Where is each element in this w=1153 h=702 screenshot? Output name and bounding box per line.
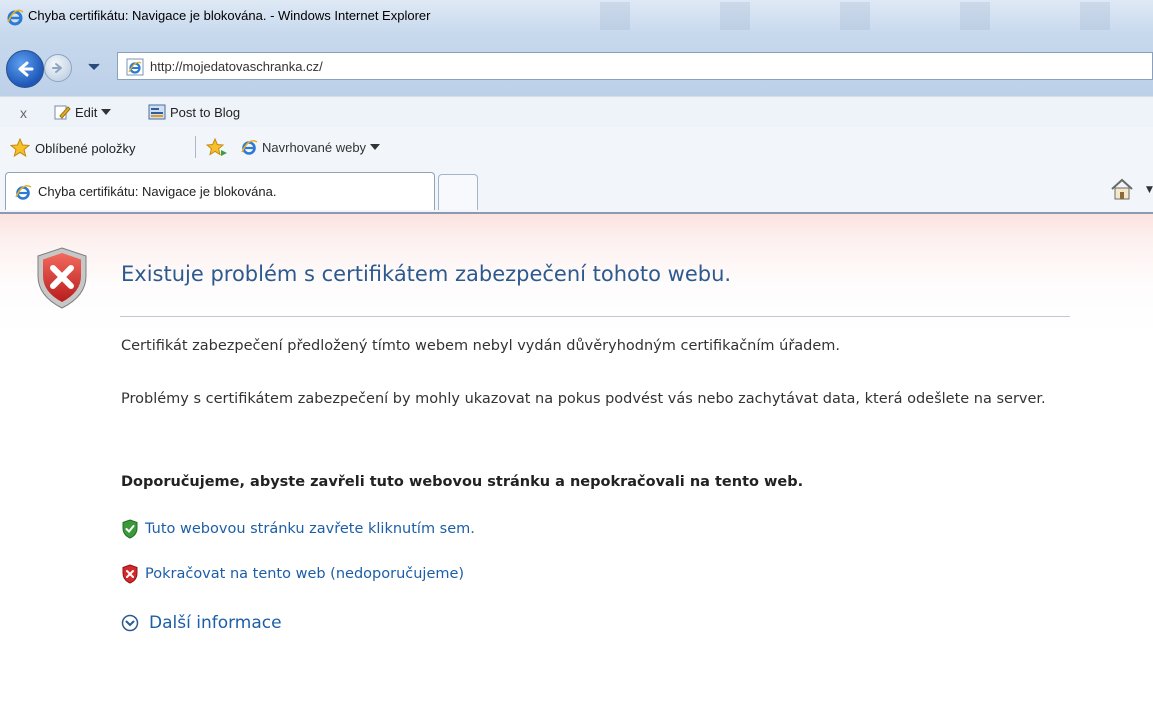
internet-explorer-icon xyxy=(241,140,258,155)
chevron-down-icon xyxy=(370,144,381,150)
security-warning-message: Problémy s certifikátem zabezpečení by m… xyxy=(121,391,1046,407)
close-page-link[interactable]: Tuto webovou stránku zavřete kliknutím s… xyxy=(121,519,475,539)
favorites-bar: Oblíbené položky Navrhované weby xyxy=(0,127,1153,166)
edit-button[interactable]: Edit xyxy=(53,102,112,122)
edit-icon xyxy=(54,105,71,120)
history-dropdown-icon[interactable] xyxy=(88,63,100,71)
title-bar: Chyba certifikátu: Navigace je blokována… xyxy=(0,0,1153,32)
favorites-button[interactable]: Oblíbené položky xyxy=(10,138,135,158)
internet-explorer-icon xyxy=(7,9,24,26)
favorites-divider xyxy=(195,136,196,158)
more-information-toggle[interactable]: Další informace xyxy=(121,613,282,633)
error-shield-icon xyxy=(122,564,138,584)
back-button[interactable] xyxy=(6,50,44,88)
certificate-issuer-message: Certifikát zabezpečení předložený tímto … xyxy=(121,338,841,354)
error-shield-icon xyxy=(37,247,87,309)
safe-shield-icon xyxy=(122,519,138,539)
recommendation-text: Doporučujeme, abyste zavřeli tuto webovo… xyxy=(121,474,804,490)
tab-label: Chyba certifikátu: Navigace je blokována… xyxy=(38,184,277,199)
edit-label: Edit xyxy=(75,104,98,120)
home-icon[interactable] xyxy=(1110,178,1134,200)
close-page-link-label: Tuto webovou stránku zavřete kliknutím s… xyxy=(145,521,475,537)
window-title: Chyba certifikátu: Navigace je blokována… xyxy=(28,8,431,23)
tab-bar: Chyba certifikátu: Navigace je blokována… xyxy=(0,166,1153,214)
new-tab-button[interactable] xyxy=(438,174,478,210)
favorites-label: Oblíbené položky xyxy=(35,140,136,156)
arrow-left-icon xyxy=(18,61,34,77)
blog-icon xyxy=(148,104,166,120)
chevron-down-icon xyxy=(101,109,112,115)
suggested-sites-label: Navrhované weby xyxy=(262,139,367,155)
stop-button[interactable]: x xyxy=(20,105,27,121)
star-icon xyxy=(10,138,30,158)
internet-explorer-icon xyxy=(15,184,32,200)
title-divider xyxy=(120,316,1070,317)
page-icon xyxy=(126,58,144,76)
continue-to-site-link-label: Pokračovat na tento web (nedoporučujeme) xyxy=(145,566,465,582)
home-dropdown-icon[interactable]: ▼ xyxy=(1146,185,1153,195)
forward-button[interactable] xyxy=(44,54,72,82)
title-bar-decoration xyxy=(560,2,1153,30)
more-information-label: Další informace xyxy=(149,613,282,633)
suggested-sites-button[interactable]: Navrhované weby xyxy=(240,138,381,156)
tab-certificate-error[interactable]: Chyba certifikátu: Navigace je blokována… xyxy=(5,172,435,210)
command-bar: x Edit Post to Blog xyxy=(0,96,1153,128)
address-bar[interactable]: http://mojedatovaschranka.cz/ xyxy=(117,52,1153,80)
post-to-blog-button[interactable]: Post to Blog xyxy=(148,102,240,122)
page-title: Existuje problém s certifikátem zabezpeč… xyxy=(121,262,732,286)
certificate-error-page: Existuje problém s certifikátem zabezpeč… xyxy=(0,214,1153,702)
expand-chevron-icon xyxy=(121,614,139,632)
continue-to-site-link[interactable]: Pokračovat na tento web (nedoporučujeme) xyxy=(121,564,464,584)
add-to-favorites-icon[interactable] xyxy=(206,138,228,158)
arrow-right-icon xyxy=(52,63,62,73)
post-to-blog-label: Post to Blog xyxy=(170,104,241,120)
url-text: http://mojedatovaschranka.cz/ xyxy=(150,59,323,74)
